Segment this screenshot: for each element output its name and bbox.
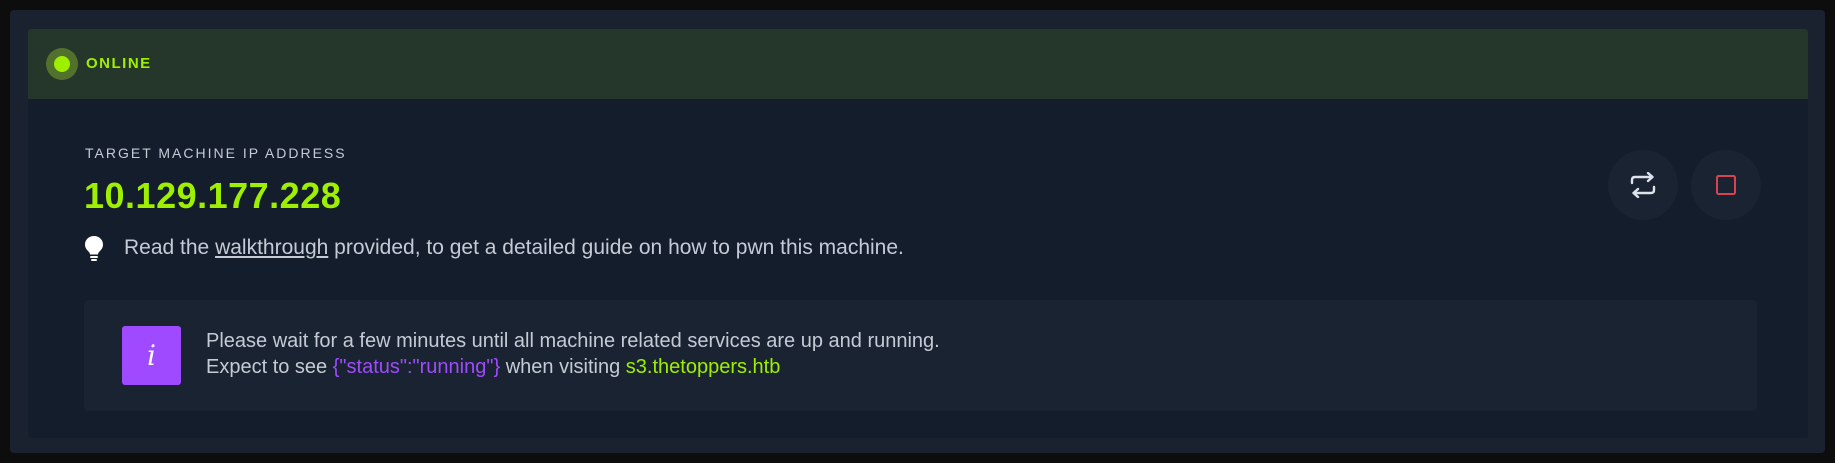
notice-line-2-middle: when visiting — [505, 356, 621, 378]
notice-line-1: Please wait for a few minutes until all … — [206, 330, 940, 352]
machine-panel-frame: ONLINE TARGET MACHINE IP ADDRESS 10.129.… — [10, 10, 1825, 453]
target-hostname[interactable]: s3.thetoppers.htb — [626, 356, 781, 378]
service-status-notice: i Please wait for a few minutes until al… — [84, 300, 1757, 411]
expected-status-code: {"status":"running"} — [332, 356, 501, 378]
lightbulb-icon — [84, 235, 104, 261]
status-bar: ONLINE — [28, 29, 1808, 99]
ip-address-value[interactable]: 10.129.177.228 — [84, 175, 341, 217]
walkthrough-tip: Read the walkthrough provided, to get a … — [84, 235, 904, 261]
ip-address-label: TARGET MACHINE IP ADDRESS — [85, 145, 347, 161]
reset-machine-button[interactable] — [1608, 150, 1678, 220]
info-icon: i — [122, 326, 181, 385]
notice-line-2: Expect to see {"status":"running"} when … — [206, 356, 780, 379]
stop-icon — [1716, 175, 1736, 195]
stop-machine-button[interactable] — [1691, 150, 1761, 220]
notice-line-2-prefix: Expect to see — [206, 356, 328, 378]
status-label: ONLINE — [86, 55, 152, 72]
online-status-icon — [46, 48, 78, 80]
machine-card: ONLINE TARGET MACHINE IP ADDRESS 10.129.… — [28, 29, 1808, 438]
reset-icon — [1630, 172, 1656, 198]
walkthrough-link[interactable]: walkthrough — [215, 236, 328, 260]
tip-suffix: provided, to get a detailed guide on how… — [334, 236, 904, 259]
tip-prefix: Read the — [124, 236, 210, 259]
